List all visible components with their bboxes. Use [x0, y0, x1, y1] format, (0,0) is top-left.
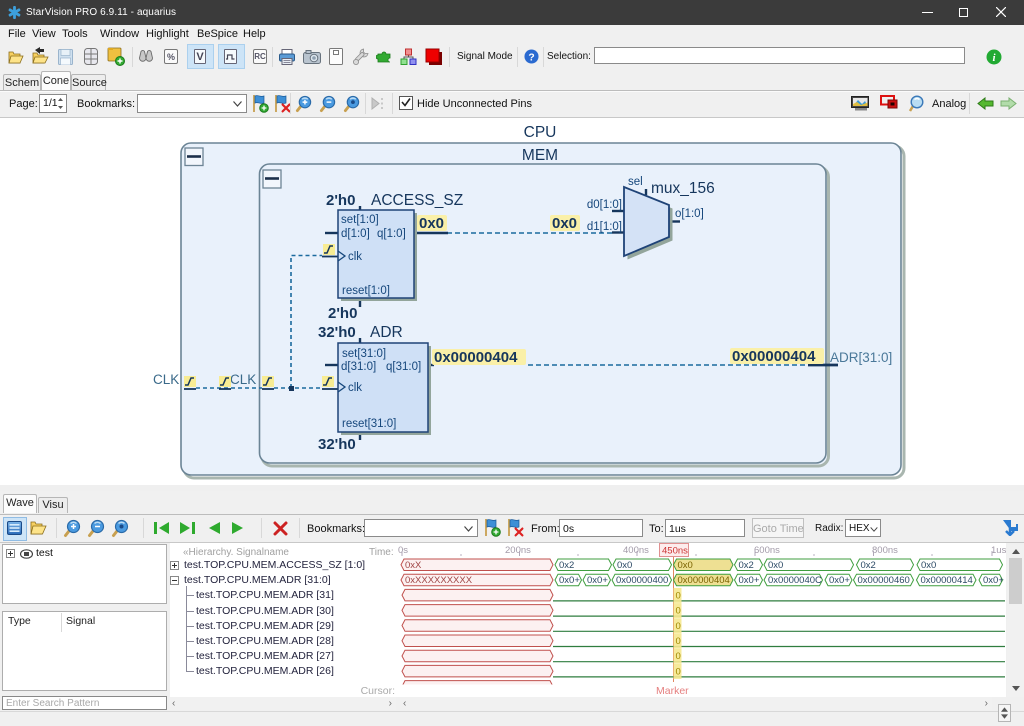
- svg-text:0x0+: 0x0+: [587, 575, 608, 586]
- svg-text:600ns: 600ns: [754, 545, 780, 556]
- svg-text:CPU: CPU: [524, 124, 557, 141]
- svg-text:32'h0: 32'h0: [318, 324, 356, 341]
- svg-text:0x2: 0x2: [739, 560, 754, 571]
- svg-text:200ns: 200ns: [505, 545, 531, 556]
- svg-text:d1[1:0]: d1[1:0]: [587, 221, 622, 233]
- svg-text:Cursor:: Cursor:: [361, 685, 395, 697]
- svg-text:ADR: ADR: [370, 324, 403, 341]
- svg-text:0s: 0s: [398, 545, 408, 556]
- svg-text:0: 0: [676, 666, 681, 677]
- svg-text:set[31:0]: set[31:0]: [342, 348, 386, 360]
- svg-text:clk: clk: [348, 382, 362, 394]
- svg-text:0x0+: 0x0+: [829, 575, 850, 586]
- svg-text:clk: clk: [348, 251, 362, 263]
- svg-text:0x00000404: 0x00000404: [732, 348, 816, 365]
- svg-text:0x0+: 0x0+: [739, 575, 760, 586]
- svg-text:0x2: 0x2: [861, 560, 876, 571]
- svg-text:CLK: CLK: [230, 372, 256, 387]
- svg-text:o[1:0]: o[1:0]: [675, 208, 704, 220]
- svg-text:sel: sel: [628, 176, 643, 188]
- svg-text:0xXXXXXXXXX: 0xXXXXXXXXX: [405, 575, 473, 586]
- svg-text:reset[1:0]: reset[1:0]: [342, 285, 390, 297]
- svg-text:0: 0: [676, 651, 681, 662]
- svg-text:0x00000404: 0x00000404: [434, 349, 518, 366]
- svg-text:0x0: 0x0: [921, 560, 936, 571]
- svg-text:0: 0: [676, 606, 681, 617]
- svg-text:1us: 1us: [991, 545, 1006, 556]
- svg-text:0x00000460: 0x00000460: [858, 575, 910, 586]
- svg-text:q[31:0]: q[31:0]: [386, 361, 421, 373]
- svg-text:MEM: MEM: [522, 147, 558, 164]
- svg-text:d0[1:0]: d0[1:0]: [587, 199, 622, 211]
- svg-text:ACCESS_SZ: ACCESS_SZ: [371, 192, 463, 209]
- svg-text:ADR[31:0]: ADR[31:0]: [830, 350, 892, 365]
- svg-text:0: 0: [676, 590, 681, 601]
- svg-text:0x00000414: 0x00000414: [921, 575, 973, 586]
- svg-text:reset[31:0]: reset[31:0]: [342, 418, 396, 430]
- svg-text:?: ?: [528, 52, 534, 63]
- svg-text:0x0: 0x0: [552, 215, 577, 232]
- svg-text:0: 0: [676, 636, 681, 647]
- svg-text:0xX: 0xX: [405, 560, 422, 571]
- svg-text:q[1:0]: q[1:0]: [377, 228, 406, 240]
- svg-text:0x0: 0x0: [768, 560, 783, 571]
- svg-text:400ns: 400ns: [623, 545, 649, 556]
- svg-text:450ns: 450ns: [662, 546, 688, 557]
- svg-text:2'h0: 2'h0: [328, 305, 357, 322]
- svg-text:800ns: 800ns: [872, 545, 898, 556]
- svg-text:d[31:0]: d[31:0]: [341, 361, 376, 373]
- svg-text:0x0: 0x0: [678, 560, 693, 571]
- svg-text:mux_156: mux_156: [651, 180, 715, 197]
- svg-text:0x00000400: 0x00000400: [616, 575, 668, 586]
- svg-text:CLK: CLK: [153, 372, 179, 387]
- svg-text:0x0+: 0x0+: [983, 575, 1004, 586]
- svg-text:2'h0: 2'h0: [326, 192, 355, 209]
- svg-text:Marker: Marker: [656, 685, 689, 697]
- svg-text:32'h0: 32'h0: [318, 436, 356, 453]
- svg-text:0x0000040C: 0x0000040C: [768, 575, 822, 586]
- svg-text:0x0: 0x0: [617, 560, 632, 571]
- svg-text:0x0+: 0x0+: [559, 575, 580, 586]
- svg-text:0: 0: [676, 621, 681, 632]
- svg-text:set[1:0]: set[1:0]: [341, 214, 379, 226]
- svg-text:0x2: 0x2: [559, 560, 574, 571]
- svg-text:0x00000404: 0x00000404: [678, 575, 730, 586]
- svg-text:0x0: 0x0: [419, 215, 444, 232]
- svg-text:d[1:0]: d[1:0]: [341, 228, 370, 240]
